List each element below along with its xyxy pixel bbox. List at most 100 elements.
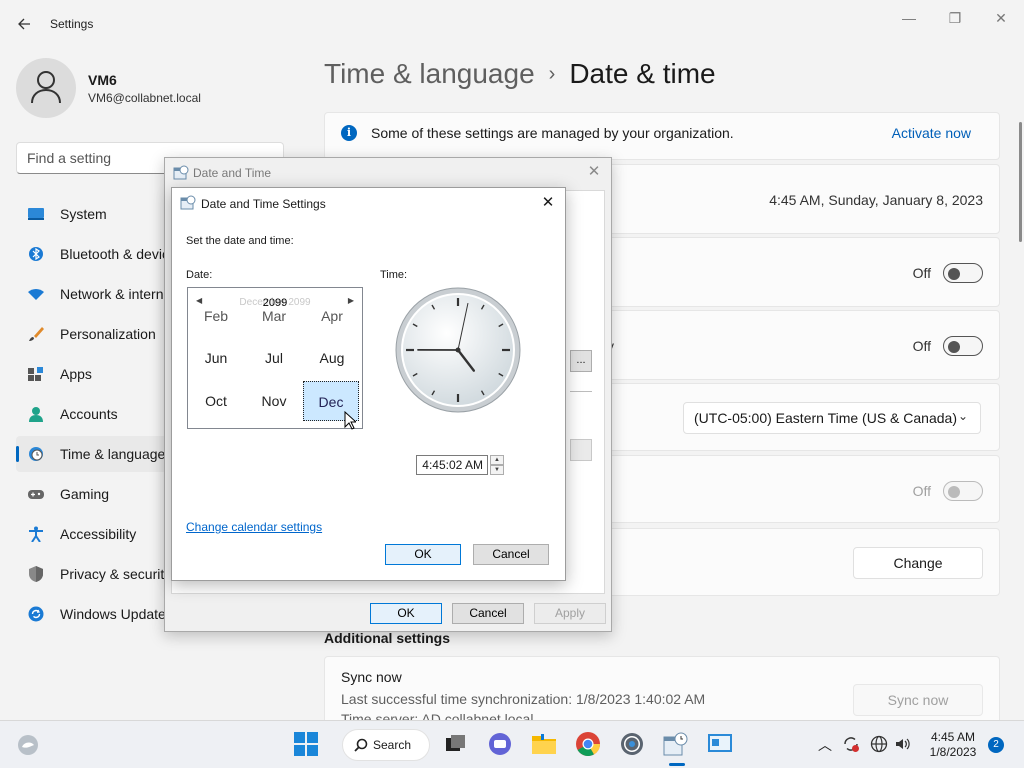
- active-app-indicator: [669, 763, 685, 766]
- app-title: Settings: [50, 17, 94, 31]
- network-globe-icon[interactable]: [870, 735, 888, 753]
- triangle-left-icon: ◀: [196, 296, 203, 305]
- datetime-control-icon: [173, 165, 189, 180]
- bluetooth-icon: [29, 247, 43, 261]
- instruction-label: Set the date and time:: [186, 235, 294, 247]
- dialog-close-button[interactable]: ✕: [539, 193, 557, 213]
- cancel-button[interactable]: Cancel: [473, 544, 549, 565]
- breadcrumb: Time & language › Date & time: [324, 58, 716, 90]
- change-button[interactable]: Change: [853, 547, 983, 579]
- mouse-cursor-icon: [344, 411, 356, 430]
- change-time-zone-button[interactable]: [570, 439, 592, 461]
- update-icon: [28, 606, 44, 622]
- control-panel-icon[interactable]: [707, 731, 733, 757]
- datetime-control-icon[interactable]: [663, 731, 689, 757]
- dialog-title: Date and Time: [193, 166, 272, 180]
- dialog-title-bar: Date and Time Settings ✕: [172, 188, 565, 218]
- user-name: VM6: [88, 72, 117, 88]
- active-indicator: [16, 446, 19, 462]
- sidebar-item-label: Network & internet: [60, 286, 176, 302]
- apps-icon: [28, 367, 43, 381]
- sidebar-item-label: Accounts: [60, 406, 118, 422]
- page-title: Date & time: [569, 58, 716, 89]
- dialog-title: Date and Time Settings: [201, 197, 326, 211]
- timezone-value: (UTC-05:00) Eastern Time (US & Canada): [694, 410, 957, 426]
- calendar-month[interactable]: Nov: [246, 381, 302, 421]
- cancel-button[interactable]: Cancel: [452, 603, 524, 624]
- calendar: December 2099 2099 ◀ ▶ Feb Mar Apr Jun J…: [187, 287, 363, 429]
- dialog-close-button[interactable]: ✕: [585, 162, 603, 182]
- ok-button[interactable]: OK: [385, 544, 461, 565]
- calendar-month[interactable]: Aug: [304, 338, 360, 378]
- wifi-icon: [28, 289, 44, 300]
- date-label: Date:: [186, 269, 213, 281]
- settings-gear-icon[interactable]: [619, 731, 645, 757]
- task-view-icon[interactable]: [443, 731, 469, 757]
- dialog-body: Set the date and time: Date: Time: Decem…: [172, 218, 565, 580]
- chevron-up-icon[interactable]: ︿: [818, 735, 832, 755]
- calendar-month[interactable]: Jul: [246, 338, 302, 378]
- time-spin-down[interactable]: ▼: [490, 465, 504, 475]
- datetime-control-icon: [180, 195, 196, 210]
- taskbar-search[interactable]: Search: [342, 729, 430, 761]
- person-icon: [31, 71, 61, 104]
- teams-chat-icon[interactable]: [487, 731, 513, 757]
- calendar-year[interactable]: 2099: [188, 297, 362, 309]
- file-explorer-icon[interactable]: [531, 731, 557, 757]
- calendar-month[interactable]: Mar: [246, 310, 302, 336]
- sidebar-item-label: Personalization: [60, 326, 156, 342]
- ok-button[interactable]: OK: [370, 603, 442, 624]
- taskbar-time: 4:45 AM: [930, 730, 976, 744]
- monitor-icon: [28, 208, 44, 220]
- toggle-knob: [948, 486, 960, 498]
- breadcrumb-parent[interactable]: Time & language: [324, 58, 535, 89]
- scrollbar[interactable]: [1019, 122, 1022, 242]
- calendar-month[interactable]: Feb: [188, 310, 244, 336]
- breadcrumb-separator: ›: [548, 63, 556, 85]
- time-spin-up[interactable]: ▲: [490, 455, 504, 465]
- date-time-settings-dialog: Date and Time Settings ✕ Set the date an…: [171, 187, 566, 581]
- additional-settings-heading: Additional settings: [324, 630, 450, 646]
- calendar-month[interactable]: Oct: [188, 381, 244, 421]
- sync-alert-icon[interactable]: [842, 735, 860, 753]
- brush-icon: [29, 327, 44, 341]
- sidebar-item-label: Privacy & security: [60, 566, 172, 582]
- widgets-icon[interactable]: [16, 733, 40, 757]
- sync-last-success: Last successful time synchronization: 1/…: [341, 691, 706, 707]
- calendar-month[interactable]: Jun: [188, 338, 244, 378]
- notification-badge[interactable]: 2: [988, 737, 1004, 753]
- avatar[interactable]: [16, 58, 76, 118]
- title-bar: Settings — ❐ ✕: [0, 0, 1024, 48]
- sync-now-button[interactable]: Sync now: [853, 684, 983, 716]
- close-icon: ✕: [541, 194, 555, 211]
- close-button[interactable]: ✕: [986, 8, 1016, 28]
- taskbar: Search ︿ 4:45 AM 1/8/2023 2: [0, 720, 1024, 768]
- calendar-months: Feb Mar Apr Jun Jul Aug Oct Nov Dec: [188, 310, 362, 428]
- maximize-button[interactable]: ❐: [940, 8, 970, 28]
- set-timezone-auto-toggle[interactable]: [943, 336, 983, 356]
- time-input[interactable]: 4:45:02 AM: [416, 455, 488, 475]
- set-time-auto-toggle[interactable]: [943, 263, 983, 283]
- calendar-next-button[interactable]: ▶: [348, 296, 354, 305]
- daylight-saving-toggle[interactable]: [943, 481, 983, 501]
- timezone-select[interactable]: (UTC-05:00) Eastern Time (US & Canada) ⌄: [683, 402, 981, 434]
- activate-now-link[interactable]: Activate now: [892, 125, 971, 141]
- accessibility-icon: [29, 526, 43, 542]
- minimize-icon: —: [902, 10, 916, 26]
- windows-start-icon[interactable]: [293, 731, 319, 757]
- sidebar-item-label: Windows Update: [60, 606, 166, 622]
- toggle-state-label: Off: [912, 338, 931, 354]
- gamepad-icon: [28, 490, 44, 499]
- calendar-month[interactable]: Apr: [304, 310, 360, 336]
- volume-icon[interactable]: [894, 735, 912, 753]
- sidebar-item-label: Accessibility: [60, 526, 137, 542]
- change-date-time-button[interactable]: ...: [570, 350, 592, 372]
- apply-button[interactable]: Apply: [534, 603, 606, 624]
- user-email: VM6@collabnet.local: [88, 91, 201, 105]
- chrome-icon[interactable]: [575, 731, 601, 757]
- taskbar-clock[interactable]: 4:45 AM 1/8/2023: [926, 730, 980, 760]
- minimize-button[interactable]: —: [894, 8, 924, 28]
- calendar-prev-button[interactable]: ◀: [196, 296, 202, 305]
- change-calendar-settings-link[interactable]: Change calendar settings: [186, 520, 322, 534]
- back-button[interactable]: [12, 12, 36, 36]
